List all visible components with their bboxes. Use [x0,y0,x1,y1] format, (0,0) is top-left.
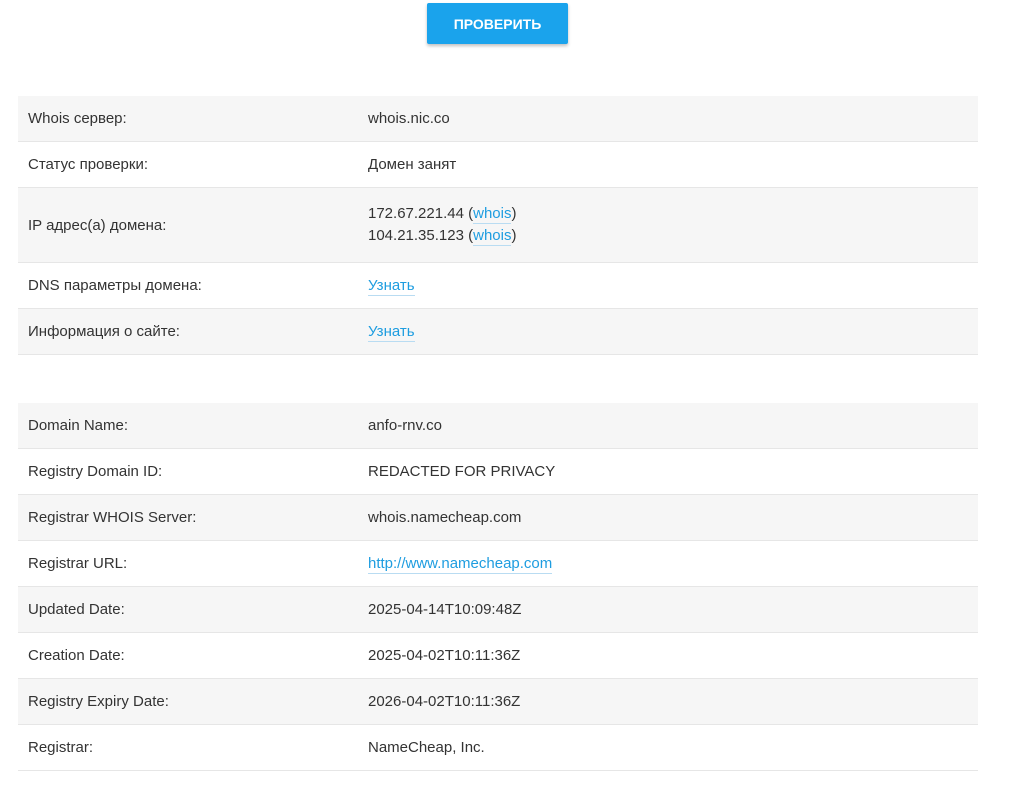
table-row: Registrar URL: http://www.namecheap.com [18,541,978,587]
ip-address: 104.21.35.123 [368,227,464,244]
updated-date-label: Updated Date: [28,601,125,618]
registry-domain-id-label: Registry Domain ID: [28,463,163,480]
domain-name-value: anfo-rnv.co [368,417,442,434]
table-row: Creation Date: 2025-04-02T10:11:36Z [18,633,978,679]
registry-domain-id-value: REDACTED FOR PRIVACY [368,463,556,480]
ip-addresses-label: IP адрес(а) домена: [28,216,167,234]
ip-address-line: 172.67.221.44 (whois) [368,205,517,224]
registrar-url-label: Registrar URL: [28,555,128,572]
registrar-whois-server-value: whois.namecheap.com [368,509,522,526]
ip-addresses-value: 172.67.221.44 (whois) 104.21.35.123 (who… [368,203,516,247]
domain-summary-table: Whois сервер: whois.nic.co Статус провер… [18,96,978,355]
table-row: Информация о сайте: Узнать [18,309,978,355]
ip-address: 172.67.221.44 [368,205,464,222]
updated-date-value: 2025-04-14T10:09:48Z [368,601,522,618]
table-row: Domain Name: anfo-rnv.co [18,403,978,449]
dns-learn-link[interactable]: Узнать [368,277,415,296]
expiry-date-value: 2026-04-02T10:11:36Z [368,693,521,710]
table-row: Registrar: NameCheap, Inc. [18,725,978,771]
ip-whois-link[interactable]: whois [473,227,512,246]
site-info-label: Информация о сайте: [28,323,180,340]
registrar-label: Registrar: [28,739,94,756]
dns-params-label: DNS параметры домена: [28,277,202,294]
table-row: Registrar WHOIS Server: whois.namecheap.… [18,495,978,541]
check-status-label: Статус проверки: [28,156,148,173]
creation-date-value: 2025-04-02T10:11:36Z [368,647,521,664]
table-row: Whois сервер: whois.nic.co [18,96,978,142]
table-row: DNS параметры домена: Узнать [18,263,978,309]
table-row: Registry Domain ID: REDACTED FOR PRIVACY [18,449,978,495]
whois-server-value: whois.nic.co [368,110,450,127]
registrar-whois-server-label: Registrar WHOIS Server: [28,509,197,526]
whois-server-label: Whois сервер: [28,110,127,127]
domain-name-label: Domain Name: [28,417,129,434]
table-row: Registry Expiry Date: 2026-04-02T10:11:3… [18,679,978,725]
registrar-value: NameCheap, Inc. [368,739,485,756]
expiry-date-label: Registry Expiry Date: [28,693,169,710]
table-row: IP адрес(а) домена: 172.67.221.44 (whois… [18,188,978,263]
check-button[interactable]: ПРОВЕРИТЬ [427,3,568,44]
table-row: Статус проверки: Домен занят [18,142,978,188]
creation-date-label: Creation Date: [28,647,125,664]
whois-record-table: Domain Name: anfo-rnv.co Registry Domain… [18,403,978,771]
ip-address-line: 104.21.35.123 (whois) [368,227,517,246]
ip-whois-link[interactable]: whois [473,205,512,224]
registrar-url-link[interactable]: http://www.namecheap.com [368,555,553,574]
site-info-learn-link[interactable]: Узнать [368,323,415,342]
check-status-value: Домен занят [368,156,457,173]
table-row: Updated Date: 2025-04-14T10:09:48Z [18,587,978,633]
